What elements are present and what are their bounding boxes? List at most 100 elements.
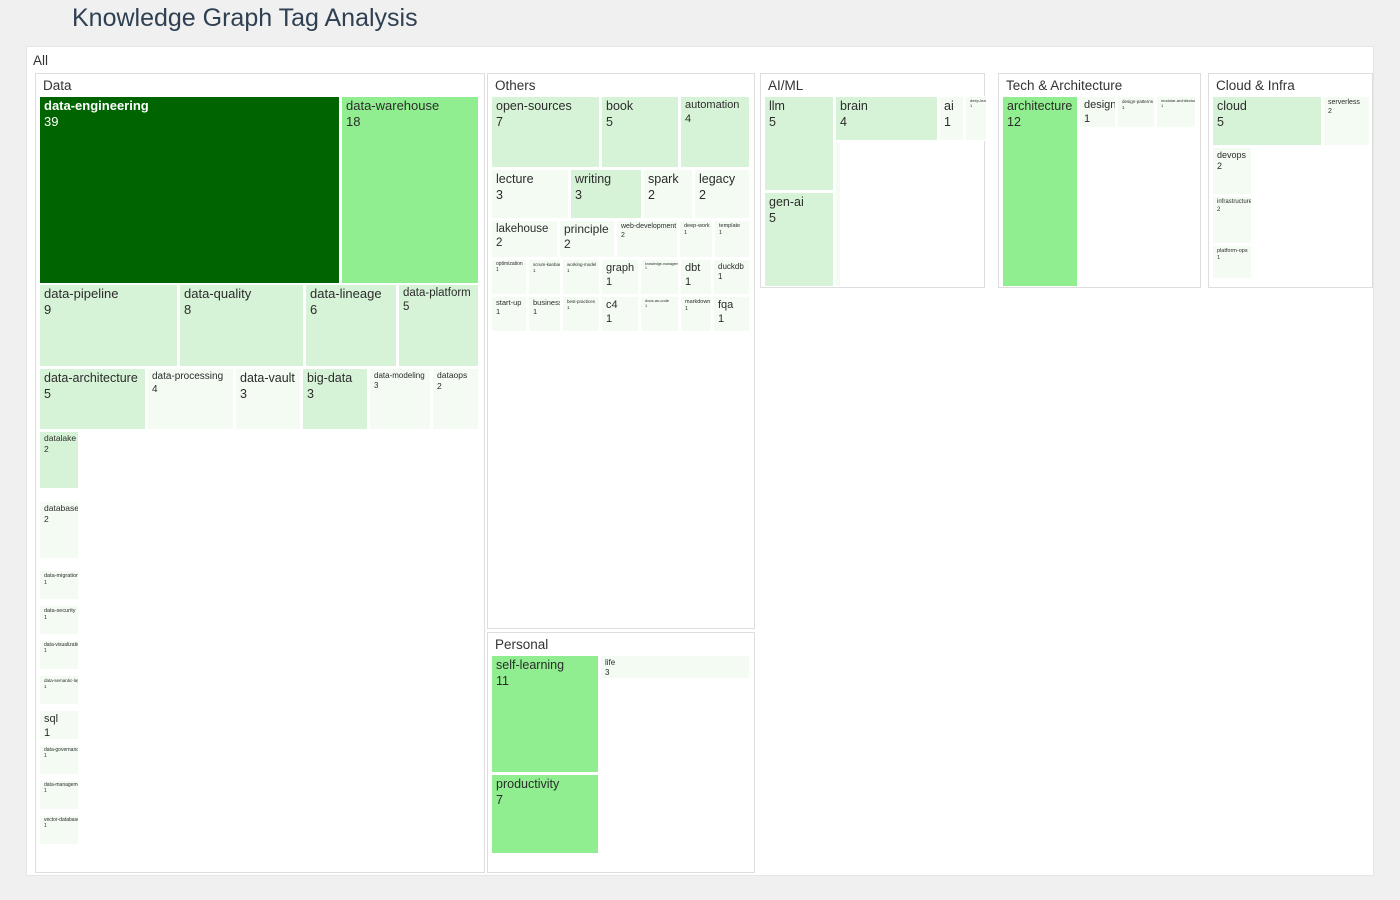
treemap-tile-self-learning[interactable]: self-learning 11 bbox=[491, 655, 599, 773]
tile-value: 1 bbox=[719, 229, 723, 236]
treemap-tile-graph[interactable]: graph 1 bbox=[601, 259, 639, 295]
treemap-tile-dbt[interactable]: dbt 1 bbox=[680, 259, 712, 295]
tile-label: lakehouse bbox=[496, 223, 549, 235]
tile-label: data-engineering bbox=[44, 98, 149, 113]
treemap-tile-data-architecture[interactable]: data-architecture 5 bbox=[39, 368, 146, 430]
tile-value: 1 bbox=[970, 103, 973, 108]
treemap-tile-open-sources[interactable]: open-sources 7 bbox=[491, 96, 600, 168]
treemap-tile-data-semantic-layer[interactable]: data-semantic-layer1 bbox=[39, 675, 79, 705]
treemap-tile-business[interactable]: business 1 bbox=[528, 296, 561, 332]
treemap-group-data[interactable]: Data data-engineering 39 data-warehouse 18 da… bbox=[35, 73, 485, 873]
treemap-tile-template[interactable]: template 1 bbox=[714, 220, 750, 258]
treemap-tile-data-management[interactable]: data-management1 bbox=[39, 780, 79, 810]
treemap-tile-book[interactable]: book 5 bbox=[601, 96, 679, 168]
tile-label: business bbox=[533, 298, 561, 307]
treemap-tile-data-platform[interactable]: data-platform 5 bbox=[398, 284, 479, 367]
treemap-tile-writing[interactable]: writing 3 bbox=[570, 169, 642, 219]
tile-value: 1 bbox=[44, 788, 47, 795]
tile-value: 3 bbox=[605, 668, 610, 677]
treemap-tile-duckdb[interactable]: duckdb 1 bbox=[713, 259, 750, 295]
treemap-tile-design-patterns[interactable]: design-patterns 1 bbox=[1117, 96, 1155, 128]
treemap-tile-data-pipeline[interactable]: data-pipeline 9 bbox=[39, 284, 178, 367]
treemap-group-cloud-infra[interactable]: Cloud & Infra cloud 5 serverless 2 devops 2 inf… bbox=[1208, 73, 1373, 288]
treemap-tile-data-migration[interactable]: data-migration 1 bbox=[39, 570, 79, 600]
treemap-tile-knowledge-management[interactable]: knowledge-management1 bbox=[640, 259, 679, 295]
treemap-tile-automation[interactable]: automation 4 bbox=[680, 96, 750, 168]
tile-value: 1 bbox=[496, 267, 499, 274]
treemap-tile-cloud[interactable]: cloud 5 bbox=[1212, 96, 1322, 146]
treemap-tile-productivity[interactable]: productivity 7 bbox=[491, 774, 599, 854]
treemap-tile-data-lineage[interactable]: data-lineage 6 bbox=[305, 284, 397, 367]
tile-label: data-management bbox=[44, 782, 78, 788]
tile-label: brain bbox=[840, 99, 868, 113]
tile-value: 2 bbox=[564, 237, 571, 251]
treemap-tile-llm[interactable]: llm 5 bbox=[764, 96, 834, 191]
treemap-tile-data-quality[interactable]: data-quality 8 bbox=[179, 284, 304, 367]
treemap-tile-vector-database[interactable]: vector-database 1 bbox=[39, 815, 79, 845]
treemap-tile-brain[interactable]: brain 4 bbox=[835, 96, 938, 141]
treemap-tile-deep-learning[interactable]: deep-learning1 bbox=[965, 96, 987, 141]
tile-label: book bbox=[606, 99, 634, 113]
treemap-group-personal[interactable]: Personal self-learning 11 life 3 productivity… bbox=[487, 632, 755, 873]
treemap-tile-web-development[interactable]: web-development 2 bbox=[616, 220, 678, 258]
treemap-tile-infrastructure[interactable]: infrastructure 2 bbox=[1212, 196, 1252, 244]
treemap-tile-life[interactable]: life 3 bbox=[600, 655, 750, 679]
tile-value: 2 bbox=[648, 187, 655, 202]
group-label-cloud-infra: Cloud & Infra bbox=[1216, 78, 1295, 93]
tile-label: data-warehouse bbox=[346, 98, 440, 113]
treemap-tile-chatbot[interactable]: chatbot1 bbox=[835, 142, 841, 287]
tile-value: 2 bbox=[44, 443, 49, 454]
treemap-tile-lakehouse[interactable]: lakehouse 2 bbox=[491, 220, 558, 258]
group-label-tech-architecture: Tech & Architecture bbox=[1006, 78, 1123, 93]
treemap-tile-deep-work[interactable]: deep-work 1 bbox=[679, 220, 713, 258]
tile-label: devops bbox=[1217, 150, 1247, 160]
treemap-tile-start-up[interactable]: start-up 1 bbox=[491, 296, 527, 332]
tile-value: 1 bbox=[1084, 112, 1091, 125]
treemap-tile-gen-ai[interactable]: gen-ai 5 bbox=[764, 192, 834, 287]
treemap-tile-best-practices[interactable]: best-practices 1 bbox=[562, 296, 600, 332]
treemap-tile-datalake[interactable]: datalake 2 bbox=[39, 431, 79, 489]
treemap-tile-optimization[interactable]: optimization 1 bbox=[491, 259, 527, 295]
tile-label: big-data bbox=[307, 371, 353, 385]
treemap-tile-data-modeling[interactable]: data-modeling 3 bbox=[369, 368, 431, 430]
treemap-tile-serverless[interactable]: serverless 2 bbox=[1323, 96, 1370, 146]
treemap-tile-data-security[interactable]: data-security 1 bbox=[39, 605, 79, 635]
treemap-tile-platform-ops[interactable]: platform-ops 1 bbox=[1212, 245, 1252, 279]
treemap-tile-data-visualization[interactable]: data-visualization 1 bbox=[39, 640, 79, 670]
treemap-tile-fqa[interactable]: fqa 1 bbox=[713, 296, 750, 332]
treemap-tile-database[interactable]: database 2 bbox=[39, 501, 79, 559]
treemap-tile-design[interactable]: design 1 bbox=[1079, 96, 1116, 128]
tile-value: 2 bbox=[699, 187, 706, 202]
treemap-tile-architecture[interactable]: architecture 12 bbox=[1002, 96, 1078, 287]
treemap-tile-spark[interactable]: spark 2 bbox=[643, 169, 693, 219]
treemap-tile-data-governance[interactable]: data-governance 1 bbox=[39, 745, 79, 775]
treemap-tile-dataops[interactable]: dataops 2 bbox=[432, 368, 479, 430]
treemap-tile-docs-as-code[interactable]: docs-as-code 1 bbox=[640, 296, 679, 332]
tile-value: 5 bbox=[769, 114, 776, 129]
tile-label: design-patterns bbox=[1122, 99, 1154, 104]
treemap-tile-sql[interactable]: sql 1 bbox=[39, 710, 79, 740]
treemap-tile-scrum-kanban[interactable]: scrum-kanban 1 bbox=[528, 259, 561, 295]
treemap-tile-working-model[interactable]: working-model 1 bbox=[562, 259, 600, 295]
treemap-tile-legacy[interactable]: legacy 2 bbox=[694, 169, 750, 219]
treemap-tile-principle[interactable]: principle 2 bbox=[559, 220, 615, 258]
treemap-tile-modular-architecture[interactable]: modular-architecture 1 bbox=[1156, 96, 1196, 128]
treemap-tile-ai[interactable]: ai 1 bbox=[939, 96, 964, 141]
treemap-tile-lecture[interactable]: lecture 3 bbox=[491, 169, 569, 219]
treemap-tile-devops[interactable]: devops 2 bbox=[1212, 147, 1252, 195]
treemap-group-tech-architecture[interactable]: Tech & Architecture architecture 12 design 1… bbox=[998, 73, 1201, 288]
treemap-tile-data-vault[interactable]: data-vault 3 bbox=[235, 368, 301, 430]
treemap-group-others[interactable]: Others open-sources 7 book 5 automation 4 lectu… bbox=[487, 73, 755, 629]
treemap-tile-big-data[interactable]: big-data 3 bbox=[302, 368, 368, 430]
treemap-tile-data-processing[interactable]: data-processing 4 bbox=[147, 368, 234, 430]
tile-label: architecture bbox=[1007, 99, 1073, 113]
treemap-tile-markdown[interactable]: markdown 1 bbox=[680, 296, 712, 332]
page-title: Knowledge Graph Tag Analysis bbox=[72, 4, 418, 32]
treemap-tile-c4[interactable]: c4 1 bbox=[601, 296, 639, 332]
treemap-tile-data-engineering[interactable]: data-engineering 39 bbox=[39, 96, 340, 284]
tile-label: data-platform bbox=[403, 287, 471, 299]
treemap-group-ai-ml[interactable]: AI/MLllm5gen-ai5brain4ai1deep-learning1c… bbox=[760, 73, 987, 288]
tile-label: markdown bbox=[685, 299, 711, 305]
treemap-tile-data-warehouse[interactable]: data-warehouse 18 bbox=[341, 96, 479, 284]
tile-value: 2 bbox=[621, 231, 625, 239]
